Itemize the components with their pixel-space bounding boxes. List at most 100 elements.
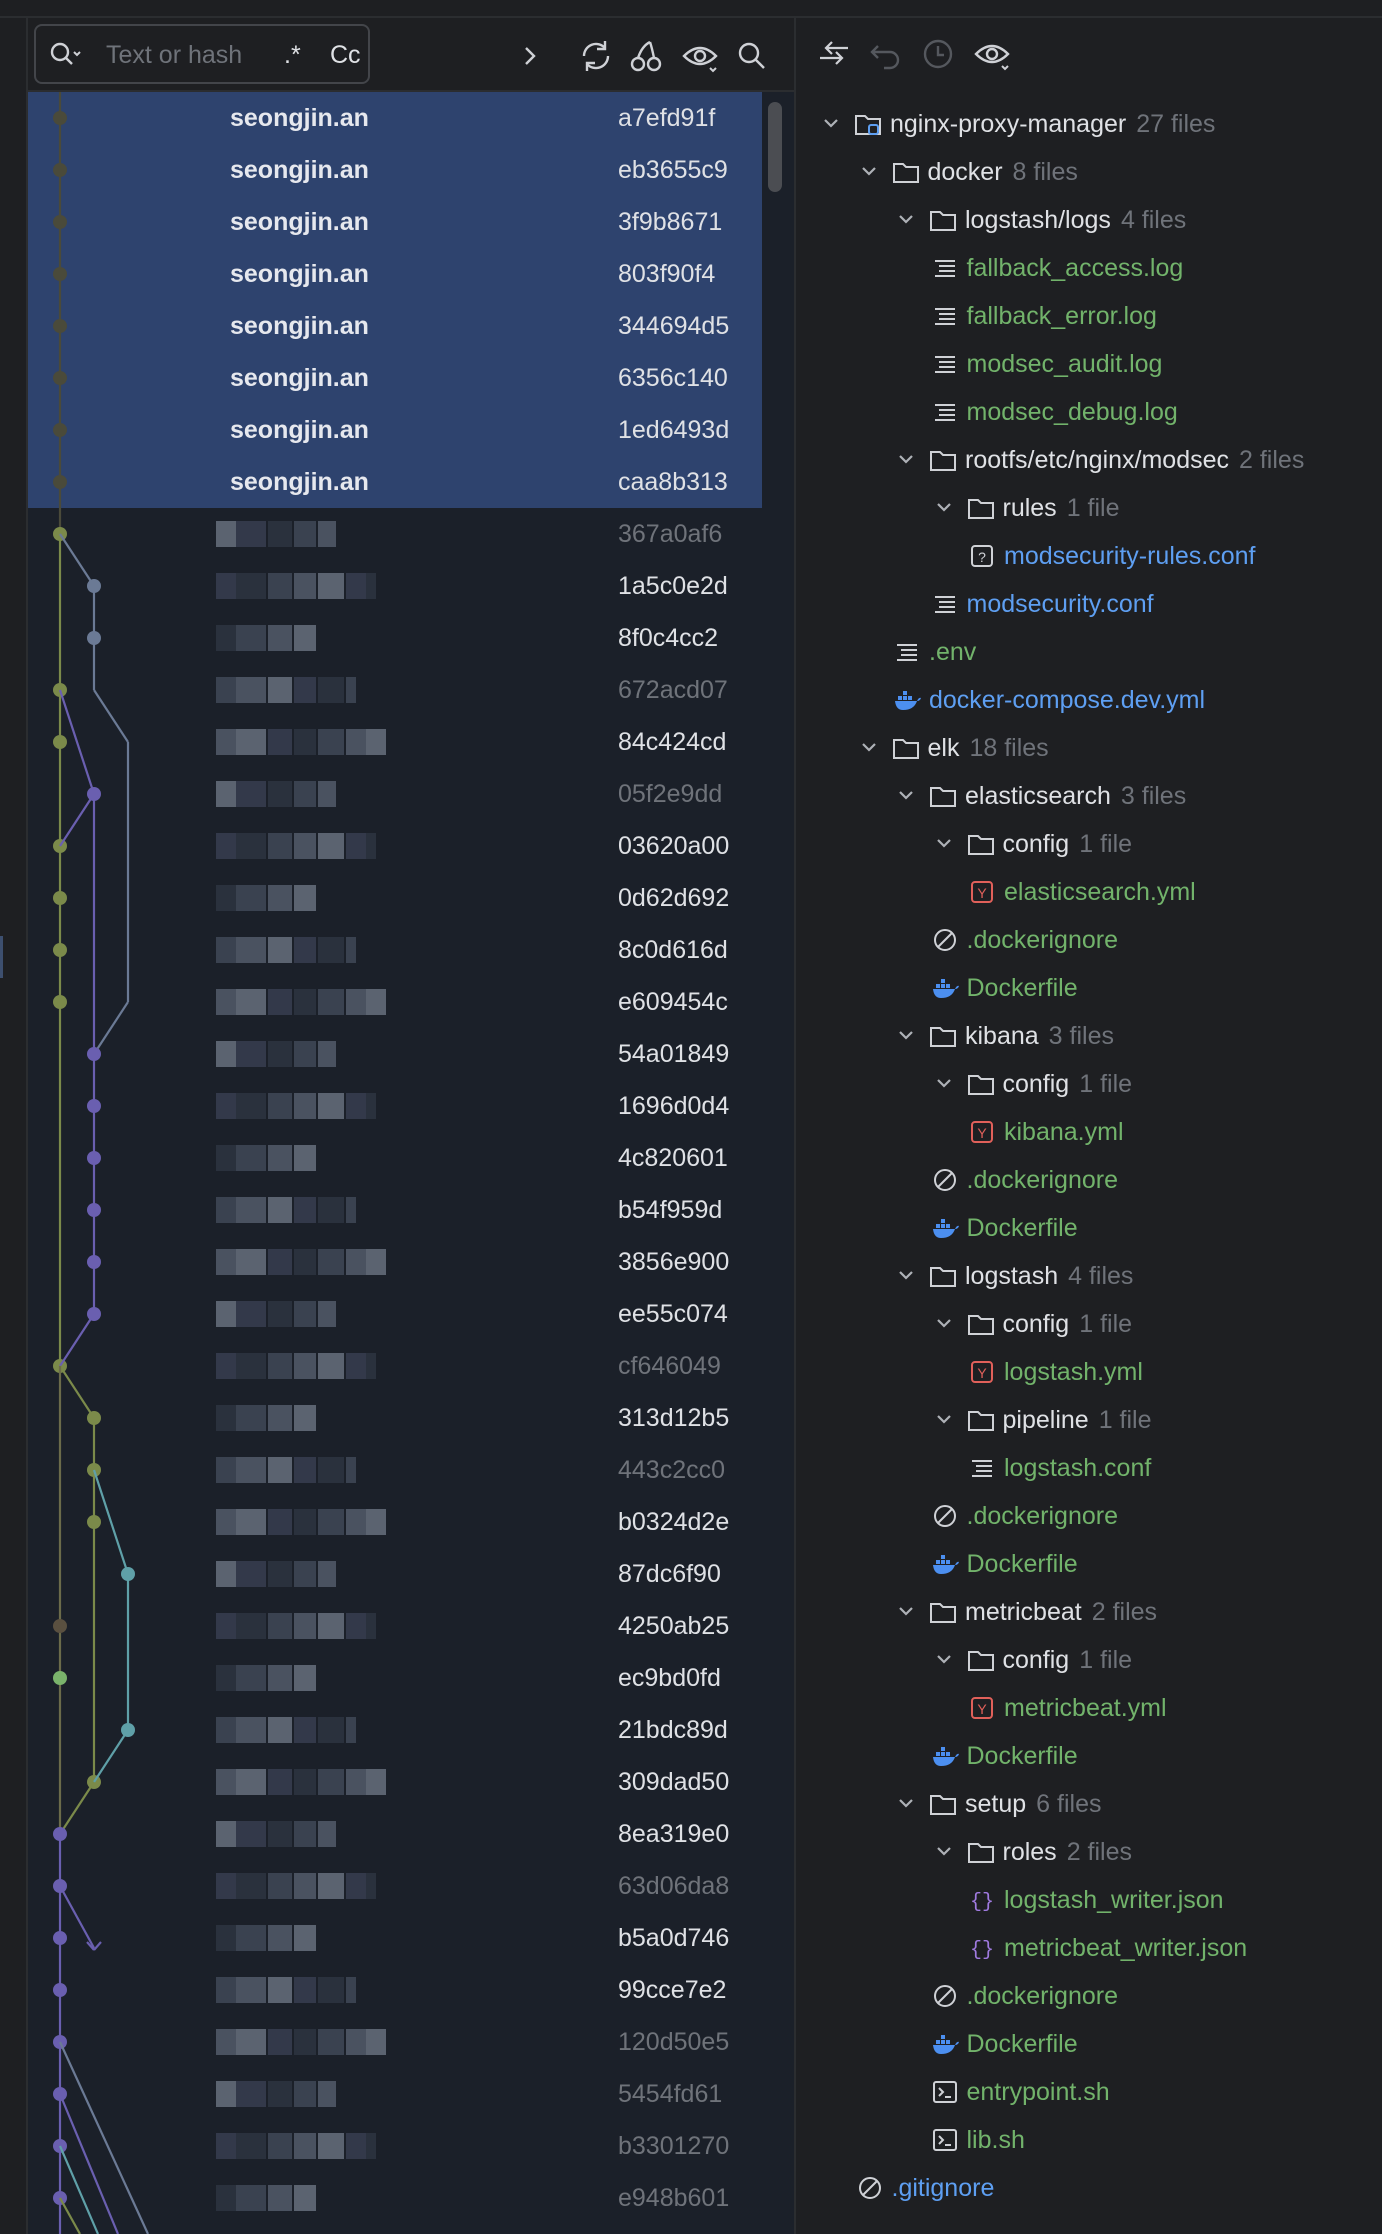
tree-file[interactable]: Ylogstash.yml (796, 1348, 1382, 1396)
commit-node[interactable] (87, 1203, 101, 1217)
tree-file[interactable]: .dockerignore (796, 1156, 1382, 1204)
tree-file[interactable]: fallback_access.log (796, 244, 1382, 292)
tree-file[interactable]: .env (796, 628, 1382, 676)
tree-folder[interactable]: config 1 file (796, 1300, 1382, 1348)
tree-folder[interactable]: rules 1 file (796, 484, 1382, 532)
tree-folder[interactable]: kibana 3 files (796, 1012, 1382, 1060)
commit-node[interactable] (53, 423, 67, 437)
chevron-down-icon[interactable] (933, 1408, 955, 1430)
tree-file[interactable]: Ymetricbeat.yml (796, 1684, 1382, 1732)
log-search-box[interactable]: Text or hash .* Cc (34, 24, 370, 84)
compare-icon[interactable] (814, 34, 854, 74)
commit-node[interactable] (53, 267, 67, 281)
commit-node[interactable] (53, 475, 67, 489)
commit-node[interactable] (53, 163, 67, 177)
tree-folder[interactable]: elk 18 files (796, 724, 1382, 772)
tree-folder[interactable]: setup 6 files (796, 1780, 1382, 1828)
undo-icon[interactable] (866, 34, 906, 74)
commit-node[interactable] (53, 995, 67, 1009)
eye-icon[interactable] (972, 34, 1012, 74)
history-icon[interactable] (918, 34, 958, 74)
chevron-down-icon[interactable] (895, 784, 917, 806)
tree-file[interactable]: ? modsecurity-rules.conf (796, 532, 1382, 580)
tree-folder[interactable]: logstash 4 files (796, 1252, 1382, 1300)
tree-file[interactable]: entrypoint.sh (796, 2068, 1382, 2116)
tree-file[interactable]: {} metricbeat_writer.json (796, 1924, 1382, 1972)
cherry-pick-icon[interactable] (626, 36, 666, 76)
commit-node[interactable] (87, 787, 101, 801)
commit-node[interactable] (53, 1671, 67, 1685)
chevron-down-icon[interactable] (820, 112, 842, 134)
tree-file[interactable]: Dockerfile (796, 1540, 1382, 1588)
tree-file[interactable]: fallback_error.log (796, 292, 1382, 340)
commit-node[interactable] (87, 1099, 101, 1113)
commit-node[interactable] (53, 215, 67, 229)
chevron-right-icon[interactable] (510, 36, 550, 76)
tree-file[interactable]: {} logstash_writer.json (796, 1876, 1382, 1924)
tree-folder[interactable]: nginx-proxy-manager 27 files (796, 100, 1382, 148)
commit-node[interactable] (53, 943, 67, 957)
commit-node[interactable] (53, 1931, 67, 1945)
magnifier-icon[interactable] (732, 36, 772, 76)
refresh-icon[interactable] (576, 36, 616, 76)
commit-node[interactable] (87, 1151, 101, 1165)
chevron-down-icon[interactable] (933, 1648, 955, 1670)
tree-folder[interactable]: elasticsearch 3 files (796, 772, 1382, 820)
tree-file[interactable]: Dockerfile (796, 1204, 1382, 1252)
tree-file[interactable]: .dockerignore (796, 916, 1382, 964)
tree-folder[interactable]: metricbeat 2 files (796, 1588, 1382, 1636)
commit-node[interactable] (87, 1307, 101, 1321)
tree-file[interactable]: Ykibana.yml (796, 1108, 1382, 1156)
tree-folder[interactable]: logstash/logs 4 files (796, 196, 1382, 244)
commit-node[interactable] (53, 371, 67, 385)
tree-file[interactable]: .dockerignore (796, 1492, 1382, 1540)
chevron-down-icon[interactable] (895, 1264, 917, 1286)
tree-file[interactable]: lib.sh (796, 2116, 1382, 2164)
commit-node[interactable] (53, 111, 67, 125)
commit-node[interactable] (53, 1827, 67, 1841)
commit-node[interactable] (87, 579, 101, 593)
tree-folder[interactable]: pipeline 1 file (796, 1396, 1382, 1444)
tree-folder[interactable]: config 1 file (796, 1636, 1382, 1684)
tree-file[interactable]: Dockerfile (796, 964, 1382, 1012)
commit-node[interactable] (53, 1983, 67, 1997)
tree-file[interactable]: Dockerfile (796, 1732, 1382, 1780)
tree-file[interactable]: modsecurity.conf (796, 580, 1382, 628)
chevron-down-icon[interactable] (895, 448, 917, 470)
chevron-down-icon[interactable] (895, 1792, 917, 1814)
tree-folder[interactable]: config 1 file (796, 1060, 1382, 1108)
chevron-down-icon[interactable] (858, 736, 880, 758)
tree-folder[interactable]: rootfs/etc/nginx/modsec 2 files (796, 436, 1382, 484)
commit-node[interactable] (87, 631, 101, 645)
search-placeholder[interactable]: Text or hash (106, 41, 242, 70)
tree-folder[interactable]: docker 8 files (796, 148, 1382, 196)
regex-toggle[interactable]: .* (284, 41, 301, 70)
commit-node[interactable] (87, 1411, 101, 1425)
chevron-down-icon[interactable] (933, 1312, 955, 1334)
tree-file[interactable]: .gitignore (796, 2164, 1382, 2212)
tree-folder[interactable]: config 1 file (796, 820, 1382, 868)
log-scrollbar[interactable] (768, 102, 782, 192)
chevron-down-icon[interactable] (933, 496, 955, 518)
tree-file[interactable]: modsec_debug.log (796, 388, 1382, 436)
chevron-down-icon[interactable] (895, 208, 917, 230)
tree-file[interactable]: Yelasticsearch.yml (796, 868, 1382, 916)
tree-file[interactable]: docker-compose.dev.yml (796, 676, 1382, 724)
chevron-down-icon[interactable] (933, 1840, 955, 1862)
eye-icon[interactable] (680, 36, 720, 76)
search-icon[interactable] (48, 40, 82, 70)
chevron-down-icon[interactable] (895, 1024, 917, 1046)
chevron-down-icon[interactable] (933, 832, 955, 854)
chevron-down-icon[interactable] (933, 1072, 955, 1094)
commit-node[interactable] (87, 1047, 101, 1061)
tree-file[interactable]: Dockerfile (796, 2020, 1382, 2068)
match-case-toggle[interactable]: Cc (330, 41, 361, 70)
tree-file[interactable]: .dockerignore (796, 1972, 1382, 2020)
commit-node[interactable] (121, 1567, 135, 1581)
tree-file[interactable]: logstash.conf (796, 1444, 1382, 1492)
chevron-down-icon[interactable] (895, 1600, 917, 1622)
commit-node[interactable] (121, 1723, 135, 1737)
chevron-down-icon[interactable] (858, 160, 880, 182)
commit-node[interactable] (53, 891, 67, 905)
commit-node[interactable] (53, 1619, 67, 1633)
